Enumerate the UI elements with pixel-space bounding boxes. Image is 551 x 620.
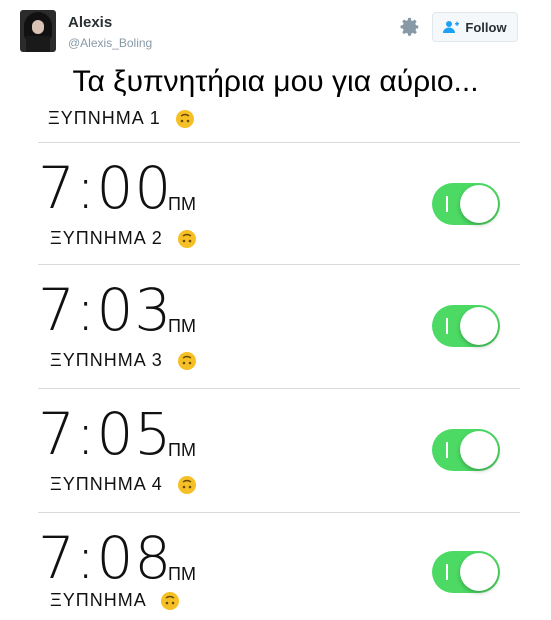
alarm-time: 7:08: [38, 524, 173, 592]
alarm-row[interactable]: 7:03 ΠΜ ΞΥΠΝΗΜΑ 3: [38, 272, 520, 384]
upside-down-face-icon: [175, 110, 194, 129]
alarm-time: 7:03: [38, 276, 173, 344]
alarm-row[interactable]: 7:08 ΠΜ ΞΥΠΝΗΜΑ: [38, 520, 520, 620]
divider: [38, 264, 520, 265]
alarm-time: 7:00: [38, 154, 173, 222]
alarm-toggle[interactable]: [432, 183, 500, 225]
upside-down-face-icon: [160, 592, 179, 611]
follow-button[interactable]: Follow: [432, 12, 518, 42]
alarm-toggle[interactable]: [432, 305, 500, 347]
upside-down-face-icon: [177, 476, 196, 495]
add-user-icon: [443, 21, 460, 33]
upside-down-face-icon: [177, 230, 196, 249]
gear-icon[interactable]: [399, 16, 421, 38]
divider: [38, 512, 520, 513]
alarm-time: 7:05: [38, 400, 173, 468]
alarm-1-label: ΞΥΠΝΗΜΑ 1: [48, 108, 195, 129]
alarm-ampm: ΠΜ: [168, 194, 196, 214]
user-name[interactable]: Alexis: [68, 14, 112, 31]
user-handle[interactable]: @Alexis_Boling: [68, 36, 152, 50]
alarm-ampm: ΠΜ: [168, 564, 196, 584]
avatar[interactable]: [20, 10, 56, 52]
tweet-header: Alexis @Alexis_Boling Follow: [0, 0, 551, 62]
alarm-label: ΞΥΠΝΗΜΑ 4: [50, 474, 197, 495]
upside-down-face-icon: [177, 352, 196, 371]
alarm-label: ΞΥΠΝΗΜΑ 3: [50, 350, 197, 371]
divider: [38, 388, 520, 389]
alarm-row[interactable]: 7:05 ΠΜ ΞΥΠΝΗΜΑ 4: [38, 396, 520, 508]
alarm-ampm: ΠΜ: [168, 316, 196, 336]
alarm-toggle[interactable]: [432, 429, 500, 471]
alarm-label: ΞΥΠΝΗΜΑ 2: [50, 228, 197, 249]
divider: [38, 142, 520, 143]
alarm-toggle[interactable]: [432, 551, 500, 593]
follow-label: Follow: [465, 19, 507, 35]
meme-caption: Τα ξυπνητήρια μου για αύριο...: [72, 65, 479, 98]
alarm-label: ΞΥΠΝΗΜΑ: [50, 590, 180, 611]
alarm-ampm: ΠΜ: [168, 440, 196, 460]
alarm-row[interactable]: 7:00 ΠΜ ΞΥΠΝΗΜΑ 2: [38, 150, 520, 262]
